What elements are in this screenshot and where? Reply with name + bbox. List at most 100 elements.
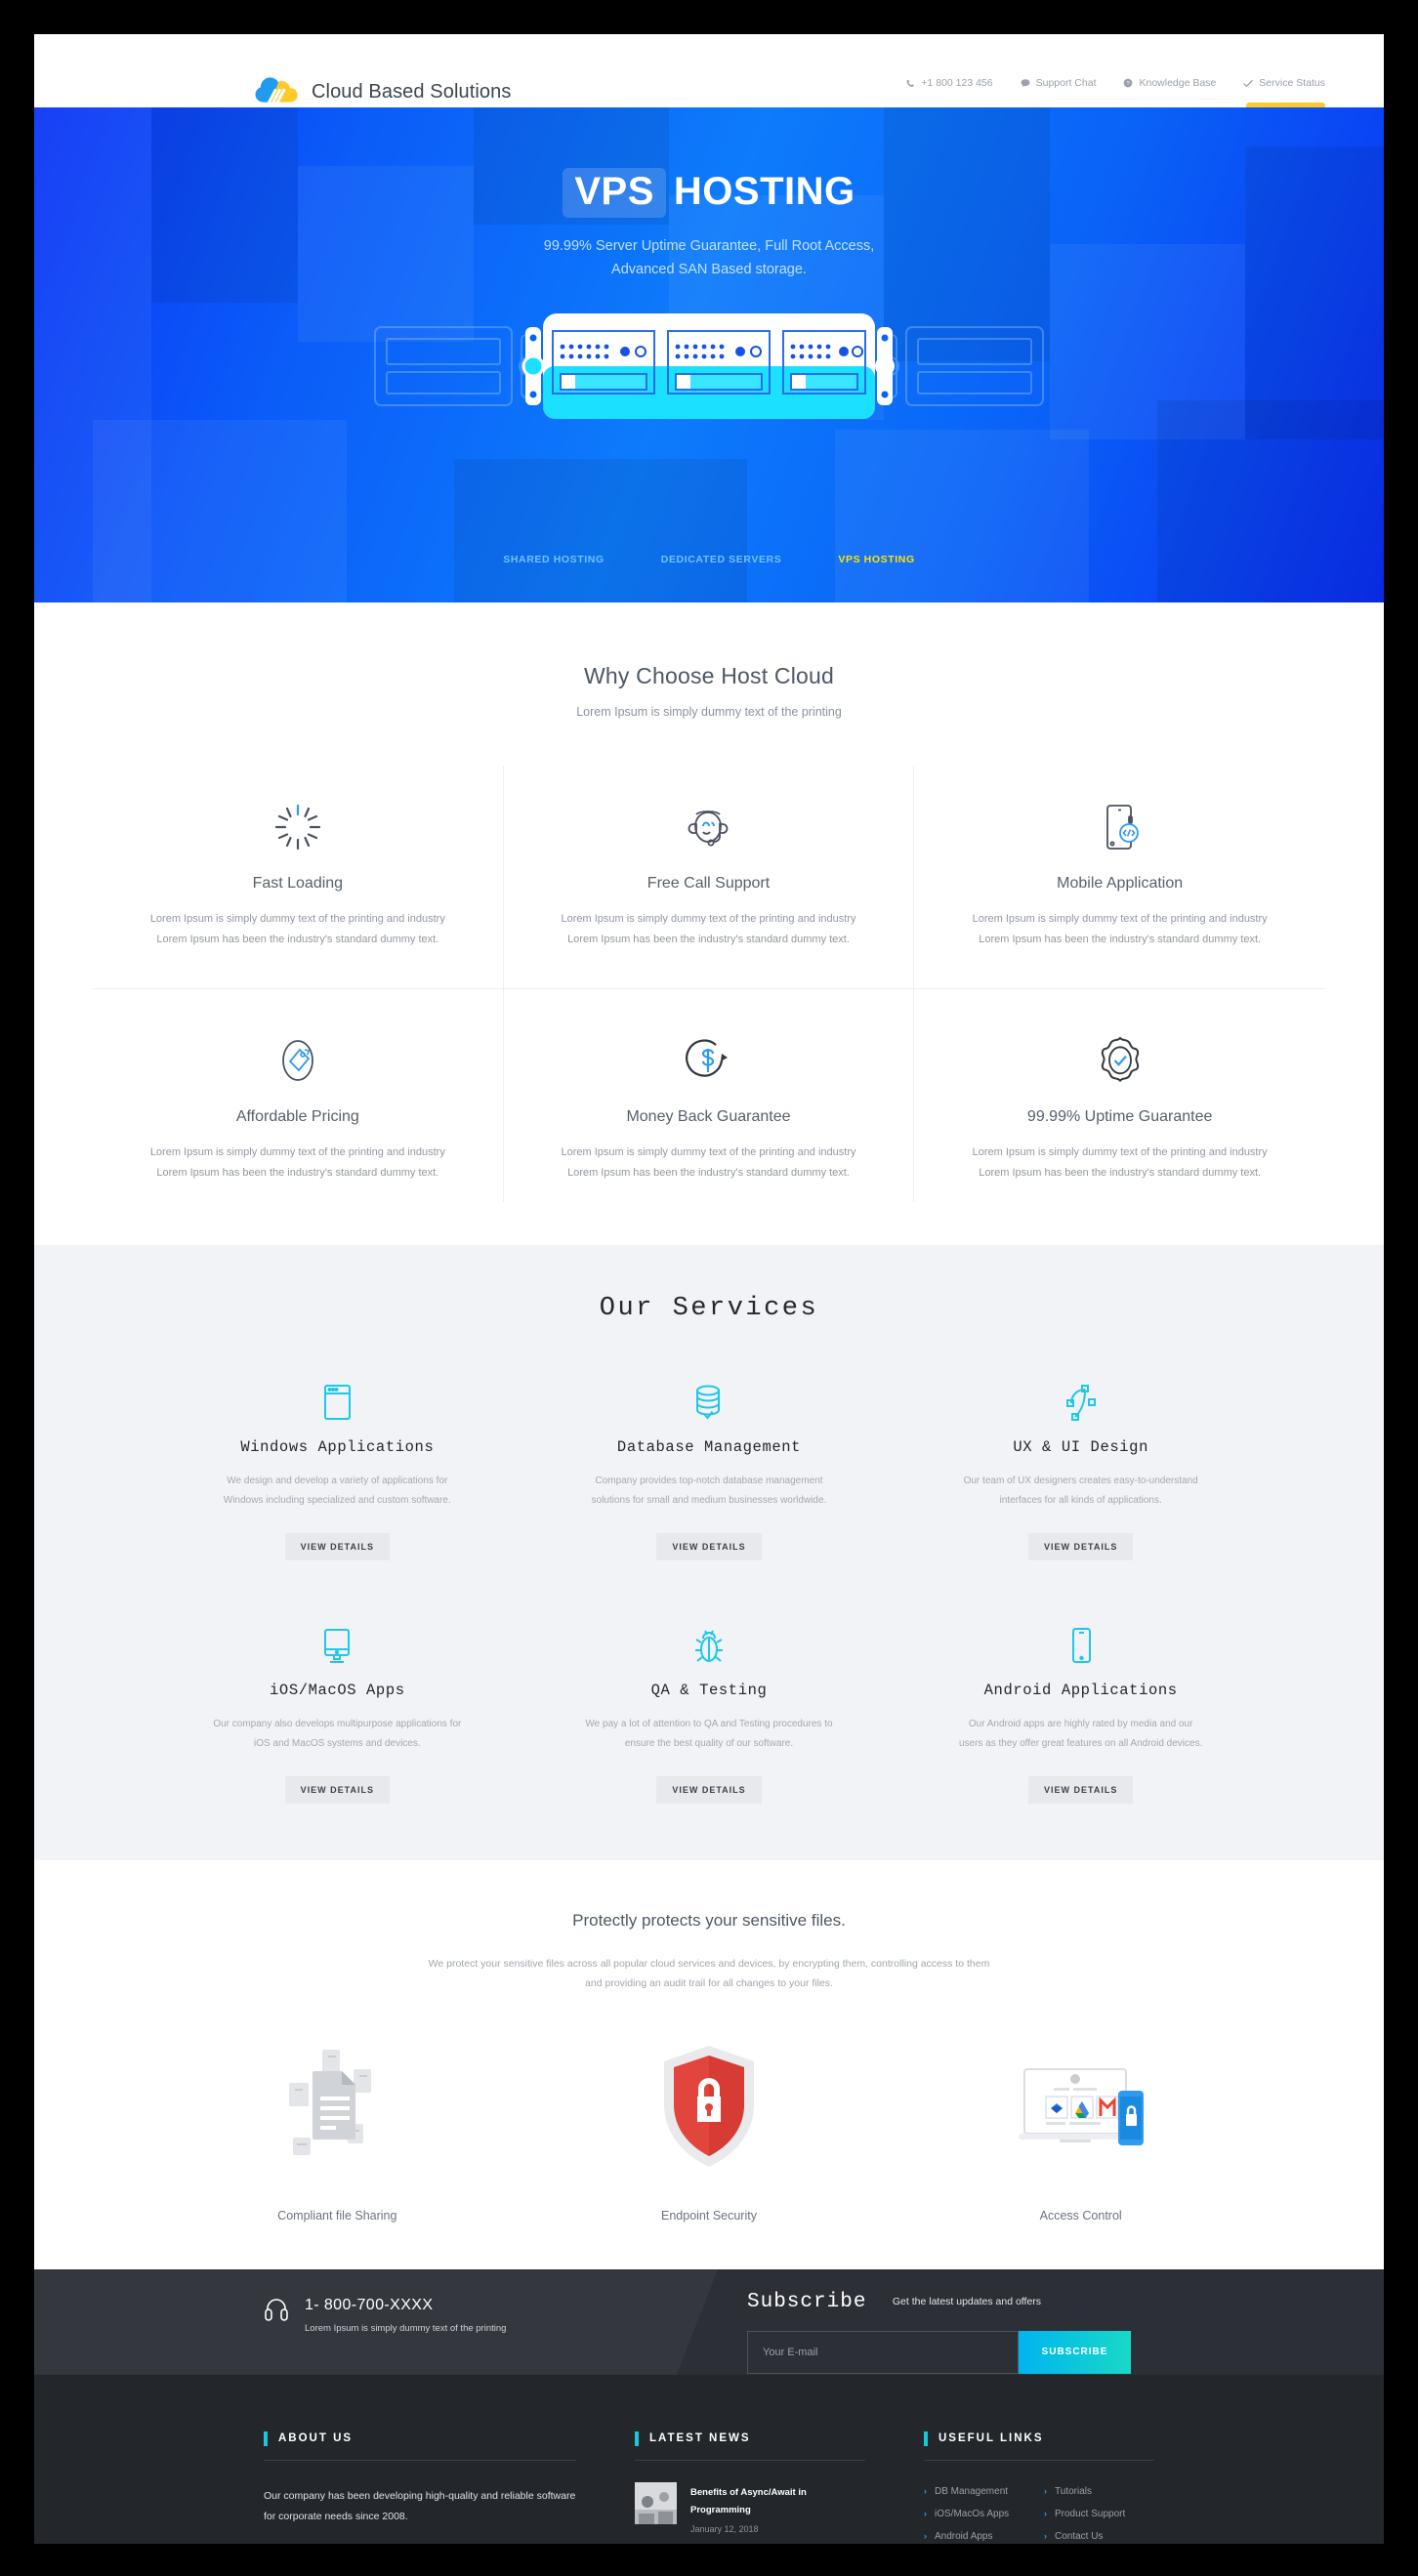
view-details-button[interactable]: VIEW DETAILS [656, 1532, 762, 1560]
subscribe-tagline: Get the latest updates and offers [892, 2296, 1042, 2308]
subscribe-strip: 1- 800-700-XXXX Lorem Ipsum is simply du… [34, 2268, 1384, 2375]
footer-link-ios-macos-apps[interactable]: › iOS/MacOs Apps [924, 2509, 1034, 2519]
why-card-desc: Lorem Ipsum is simply dummy text of the … [149, 1145, 445, 1180]
hero-banner: VPS HOSTING 99.99% Server Uptime Guarante… [34, 107, 1384, 602]
footer-link-db-management[interactable]: › DB Management [924, 2486, 1034, 2497]
hero-subtitle-line1: 99.99% Server Uptime Guarantee, Full Roo… [543, 238, 875, 254]
window-app-icon [151, 1378, 523, 1425]
why-card-desc: Lorem Ipsum is simply dummy text of the … [149, 913, 445, 946]
useful-links-grid: › DB Management › Tutorials › iOS/MacOs App… [924, 2486, 1154, 2544]
protect-card-access-control: Access Control [895, 2035, 1267, 2223]
subscribe-button[interactable]: SUBSCRIBE [1019, 2330, 1131, 2374]
our-services-section: Our Services Windows Applications We des… [34, 1244, 1384, 1860]
service-card-ux-ui-design: UX & UI Design Our team of UX designers … [895, 1378, 1267, 1560]
service-card-desc: Our team of UX designers creates easy-to… [963, 1475, 1198, 1507]
mobile-code-icon [959, 797, 1280, 857]
loading-spinner-icon [138, 797, 458, 857]
footer-link-android-apps[interactable]: › Android Apps [924, 2531, 1034, 2542]
protect-grid: Compliant file Sharing Endpoint Security [151, 2035, 1267, 2223]
footer-column-news: LATEST NEWS Benefits of Async/Await in P… [635, 2431, 865, 2544]
news-list-item[interactable]: Benefits of Async/Await in Programming J… [635, 2481, 865, 2534]
footer-column-about: ABOUT US Our company has been developing… [264, 2431, 576, 2544]
red-shield-lock-icon [523, 2035, 896, 2181]
utility-nav: +1 800 123 456 Support Chat ? Knowledge … [906, 77, 1325, 89]
protect-title: Protectly protects your sensitive files. [572, 1910, 846, 1930]
view-details-button[interactable]: VIEW DETAILS [656, 1775, 762, 1804]
why-card-desc: Lorem Ipsum is simply dummy text of the … [561, 1145, 856, 1180]
service-card-desc: We pay a lot of attention to QA and Test… [585, 1718, 833, 1750]
cloud-logo-icon [254, 75, 299, 108]
subscribe-form: SUBSCRIBE [747, 2330, 1131, 2374]
service-card-title: iOS/MacOS Apps [270, 1681, 405, 1699]
why-card-fast-loading: Fast Loading Lorem Ipsum is simply dummy… [93, 766, 504, 989]
utility-support-chat[interactable]: Support Chat [1021, 77, 1097, 89]
protect-section: Protectly protects your sensitive files.… [34, 1859, 1384, 2269]
logo[interactable]: Cloud Based Solutions [254, 75, 511, 108]
why-choose-section: Why Choose Host Cloud Lorem Ipsum is sim… [34, 602, 1384, 1245]
utility-knowledge-base-label: Knowledge Base [1139, 77, 1217, 89]
svg-text:?: ? [1127, 81, 1130, 87]
footer-columns: ABOUT US Our company has been developing… [34, 2375, 1384, 2544]
footer-link-tutorials[interactable]: › Tutorials [1044, 2486, 1154, 2497]
hero-content: VPS HOSTING 99.99% Server Uptime Guarante… [34, 107, 1384, 282]
why-card-title: Free Call Support [646, 875, 771, 892]
utility-knowledge-base[interactable]: ? Knowledge Base [1123, 77, 1216, 89]
heading-accent-bar [635, 2431, 639, 2446]
divider [924, 2459, 1154, 2461]
view-details-button[interactable]: VIEW DETAILS [1027, 1532, 1134, 1560]
hero-title-rest: HOSTING [673, 170, 855, 213]
news-item-title: Benefits of Async/Await in Programming [690, 2486, 807, 2515]
why-card-desc: Lorem Ipsum is simply dummy text of the … [561, 913, 856, 946]
footer-link-label: Android Apps [935, 2530, 993, 2542]
protect-card-endpoint-security: Endpoint Security [523, 2035, 896, 2223]
service-card-title: QA & Testing [650, 1681, 768, 1699]
question-circle-icon: ? [1124, 78, 1133, 88]
service-card-desc: We design and develop a variety of appli… [223, 1475, 451, 1507]
links-heading-text: USEFUL LINKS [938, 2432, 1044, 2445]
why-card-desc: Lorem Ipsum is simply dummy text of the … [972, 1145, 1268, 1180]
about-text: Our company has been developing high-qua… [264, 2489, 576, 2523]
service-card-database-management: Database Management Company provides top… [523, 1378, 896, 1560]
utility-service-status[interactable]: Service Status [1243, 77, 1325, 89]
divider [635, 2459, 865, 2461]
chevron-right-icon: › [924, 2531, 927, 2542]
footer-link-label: Tutorials [1055, 2485, 1092, 2497]
utility-phone[interactable]: +1 800 123 456 [906, 77, 993, 89]
price-tag-icon [138, 1030, 458, 1091]
hero-tab-vps-hosting[interactable]: VPS HOSTING [838, 554, 914, 565]
utility-support-chat-label: Support Chat [1035, 77, 1097, 89]
contact-phone-number: 1- 800-700-XXXX [305, 2296, 434, 2313]
service-card-title: Windows Applications [240, 1437, 435, 1456]
hero-tab-dedicated-servers[interactable]: DEDICATED SERVERS [661, 554, 782, 565]
our-services-title: Our Services [599, 1293, 819, 1323]
view-details-button[interactable]: VIEW DETAILS [284, 1775, 390, 1804]
view-details-button[interactable]: VIEW DETAILS [284, 1532, 390, 1560]
protect-subtitle: We protect your sensitive files across a… [428, 1957, 990, 1990]
email-input[interactable] [747, 2330, 1019, 2374]
service-card-qa-testing: QA & Testing We pay a lot of attention t… [523, 1621, 896, 1804]
view-details-button[interactable]: VIEW DETAILS [1027, 1775, 1134, 1804]
hero-subtitle-line2: Advanced SAN Based storage. [611, 261, 807, 277]
document-sharing-icon [151, 2035, 523, 2181]
footer-link-contact-us[interactable]: › Contact Us [1044, 2531, 1154, 2542]
why-card-title: Affordable Pricing [235, 1107, 359, 1125]
why-choose-title: Why Choose Host Cloud [583, 663, 835, 688]
about-heading-text: ABOUT US [278, 2432, 354, 2445]
site-header: Cloud Based Solutions +1 800 123 456 Sup… [34, 34, 1384, 128]
footer-link-product-support[interactable]: › Product Support [1044, 2509, 1154, 2519]
server-illustration [357, 306, 1061, 428]
laptop-phone-lock-icon [895, 2035, 1267, 2181]
footer-link-label: DB Management [935, 2485, 1009, 2497]
protect-card-title: Access Control [1039, 2208, 1122, 2223]
service-card-desc: Our Android apps are highly rated by med… [958, 1718, 1203, 1750]
news-heading: LATEST NEWS [635, 2431, 865, 2446]
hero-tab-shared-hosting[interactable]: SHARED HOSTING [503, 554, 605, 565]
phone-icon [906, 79, 915, 87]
chat-bubble-icon [1021, 79, 1029, 87]
badge-check-icon [959, 1030, 1280, 1091]
about-heading: ABOUT US [264, 2431, 576, 2446]
heading-accent-bar [924, 2431, 928, 2446]
footer-column-links: USEFUL LINKS › DB Management › Tutorials ›… [924, 2431, 1154, 2544]
hero-title: VPS HOSTING [34, 168, 1384, 218]
why-choose-grid: Fast Loading Lorem Ipsum is simply dummy… [93, 766, 1325, 1202]
